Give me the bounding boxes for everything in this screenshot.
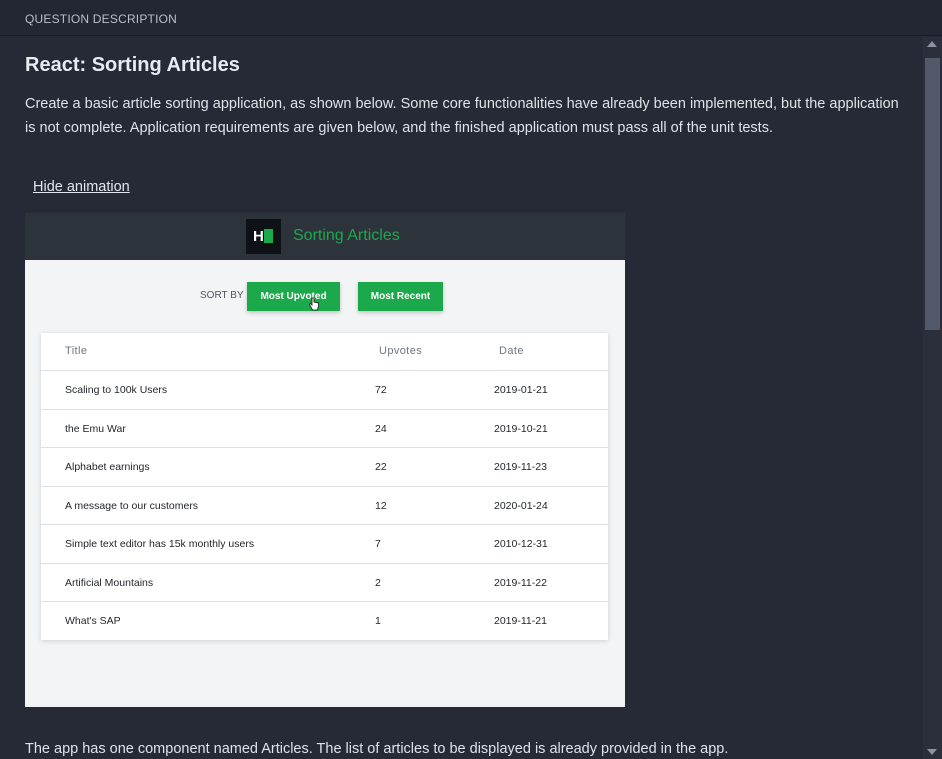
table-row: A message to our customers 12 2020-01-24 xyxy=(41,486,608,524)
article-title: Scaling to 100k Users xyxy=(65,384,168,396)
article-date: 2020-01-24 xyxy=(494,500,548,512)
demo-app-title: Sorting Articles xyxy=(293,227,400,244)
article-upvotes: 1 xyxy=(375,615,381,627)
table-row: Simple text editor has 15k monthly users… xyxy=(41,524,608,562)
articles-table: Title Upvotes Date Scaling to 100k Users… xyxy=(41,333,608,640)
table-row: What's SAP 1 2019-11-21 xyxy=(41,601,608,639)
table-row: Artificial Mountains 2 2019-11-22 xyxy=(41,563,608,601)
column-header-date: Date xyxy=(499,345,524,357)
question-title: React: Sorting Articles xyxy=(25,54,240,76)
chevron-up-icon[interactable] xyxy=(927,41,937,47)
hackerrank-logo: H xyxy=(246,219,281,254)
article-title: A message to our customers xyxy=(65,500,199,512)
logo-mark xyxy=(264,229,273,243)
article-date: 2010-12-31 xyxy=(494,538,548,550)
column-header-title: Title xyxy=(65,345,88,357)
article-date: 2019-11-21 xyxy=(494,615,547,627)
article-title: What's SAP xyxy=(65,615,121,627)
most-recent-button[interactable]: Most Recent xyxy=(358,282,443,311)
question-outro: The app has one component named Articles… xyxy=(25,741,729,757)
article-title: Artificial Mountains xyxy=(65,577,154,589)
article-upvotes: 72 xyxy=(375,384,387,396)
article-title: Simple text editor has 15k monthly users xyxy=(65,538,255,550)
article-upvotes: 12 xyxy=(375,500,387,512)
article-title: Alphabet earnings xyxy=(65,461,150,473)
chevron-down-icon[interactable] xyxy=(927,749,937,755)
hand-pointer-icon xyxy=(309,297,319,311)
question-intro: Create a basic article sorting applicati… xyxy=(25,96,899,136)
logo-letter: H xyxy=(253,228,264,245)
sort-by-label: SORT BY xyxy=(200,290,244,301)
table-row: Scaling to 100k Users 72 2019-01-21 xyxy=(41,370,608,408)
table-row: Alphabet earnings 22 2019-11-23 xyxy=(41,447,608,485)
scrollbar-thumb[interactable] xyxy=(925,58,940,330)
article-title: the Emu War xyxy=(65,423,126,435)
section-label: QUESTION DESCRIPTION xyxy=(25,12,178,26)
article-upvotes: 24 xyxy=(375,423,387,435)
article-date: 2019-11-22 xyxy=(494,577,547,589)
demo-header: H Sorting Articles xyxy=(25,213,625,260)
article-upvotes: 22 xyxy=(375,461,387,473)
article-date: 2019-10-21 xyxy=(494,423,548,435)
article-upvotes: 2 xyxy=(375,577,381,589)
column-header-upvotes: Upvotes xyxy=(379,345,423,357)
demo-animation: H Sorting Articles SORT BY Most Upvoted … xyxy=(25,213,625,707)
article-upvotes: 7 xyxy=(375,538,381,550)
top-bar: QUESTION DESCRIPTION xyxy=(0,0,942,36)
article-date: 2019-01-21 xyxy=(494,384,548,396)
hide-animation-link[interactable]: Hide animation xyxy=(33,179,130,195)
article-date: 2019-11-23 xyxy=(494,461,547,473)
table-row: the Emu War 24 2019-10-21 xyxy=(41,409,608,447)
most-upvoted-button[interactable]: Most Upvoted xyxy=(247,282,340,311)
